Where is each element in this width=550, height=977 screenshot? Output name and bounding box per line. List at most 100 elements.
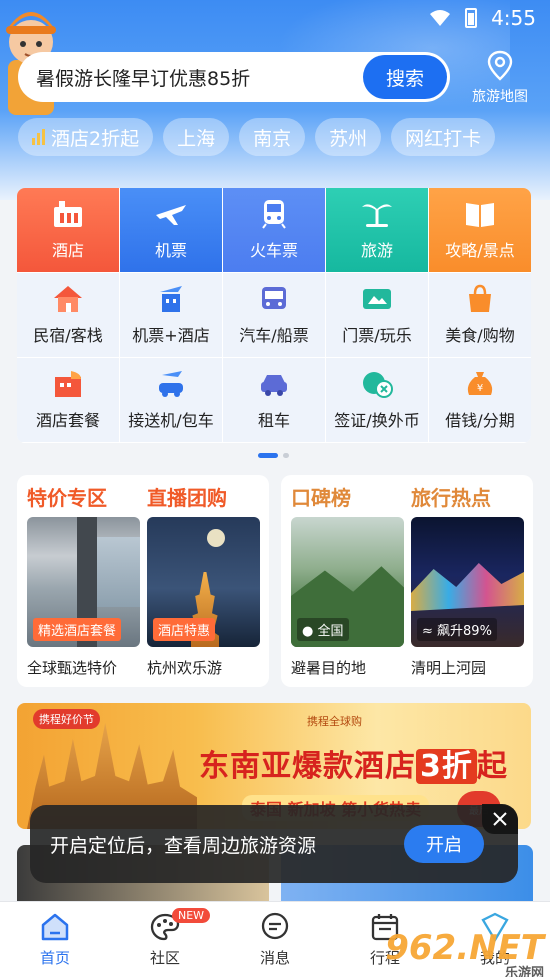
- feature-card-deals: 特价专区 直播团购 精选酒店套餐 全球甄选特价 酒店特惠 杭州欢乐游: [17, 475, 269, 687]
- close-prompt-button[interactable]: [482, 804, 518, 834]
- car-icon: [261, 375, 287, 396]
- tab-messages[interactable]: 消息: [220, 902, 330, 977]
- service-flight[interactable]: 机票: [120, 188, 223, 273]
- headline-suffix: 起: [476, 749, 508, 784]
- tab-label: 首页: [39, 949, 70, 967]
- service-label: 酒店套餐: [35, 411, 100, 430]
- close-icon: [493, 812, 507, 826]
- tile-summer-destinations[interactable]: ● 全国 避暑目的地: [291, 517, 404, 678]
- wifi-icon: [430, 10, 451, 26]
- search-input[interactable]: 暑假游长隆早订优惠85折: [36, 64, 363, 91]
- location-small-icon: ●: [302, 624, 318, 639]
- service-label: 旅游: [360, 241, 393, 260]
- tile-tag: 酒店特惠: [153, 618, 216, 641]
- tab-community[interactable]: NEW 社区: [110, 902, 220, 977]
- book-icon: [466, 203, 494, 227]
- travel-map-button[interactable]: 旅游地图: [460, 50, 540, 106]
- tile-caption: 杭州欢乐游: [147, 659, 223, 677]
- service-hotel-package[interactable]: 酒店套餐: [17, 358, 120, 443]
- hotel-package-icon: [55, 371, 81, 397]
- service-visa-currency[interactable]: 签证/换外币: [326, 358, 429, 443]
- palm-tree-icon: [362, 204, 392, 227]
- service-loans[interactable]: ¥ 借钱/分期: [429, 358, 531, 443]
- battery-icon: [465, 8, 478, 28]
- tile-tag: ● 全国: [297, 618, 349, 641]
- hotel-room-image: 精选酒店套餐: [27, 517, 140, 647]
- service-label: 攻略/景点: [445, 241, 515, 260]
- service-label: 美食/购物: [445, 326, 515, 345]
- search-bar[interactable]: 暑假游长隆早订优惠85折 搜索: [18, 52, 450, 102]
- service-guide[interactable]: 攻略/景点: [429, 188, 531, 273]
- chip-shanghai[interactable]: 上海: [163, 118, 230, 156]
- chip-nanjing[interactable]: 南京: [239, 118, 306, 156]
- service-tickets[interactable]: 门票/玩乐: [326, 273, 429, 358]
- headline-highlight: 3折: [416, 749, 477, 784]
- service-flight-hotel[interactable]: 机票+酒店: [120, 273, 223, 358]
- service-grid: 酒店 机票 火车票 旅游 攻略/景点 民宿/客栈 机票+酒店 汽车/船票 门票/…: [17, 188, 531, 443]
- service-hotel[interactable]: 酒店: [17, 188, 120, 273]
- travel-map-label: 旅游地图: [472, 89, 528, 105]
- location-prompt: 开启定位后，查看周边旅游资源 开启: [30, 805, 518, 883]
- mountain-image: ● 全国: [291, 517, 404, 647]
- service-tour[interactable]: 旅游: [326, 188, 429, 273]
- tab-label: 社区: [149, 949, 180, 967]
- service-label: 机票+酒店: [132, 326, 210, 345]
- night-park-image: ≈ 飙升89%: [411, 517, 524, 647]
- train-icon: [262, 200, 286, 229]
- chip-suzhou[interactable]: 苏州: [315, 118, 382, 156]
- trending-bars-icon: [32, 129, 45, 145]
- banner-headline: 东南亚爆款酒店 3折起: [199, 741, 508, 785]
- page-dot: [283, 453, 289, 458]
- service-label: 民宿/客栈: [33, 326, 103, 345]
- house-icon: [54, 286, 82, 312]
- service-food-shopping[interactable]: 美食/购物: [429, 273, 531, 358]
- tile-caption: 避暑目的地: [291, 659, 367, 677]
- service-bus-ship[interactable]: 汽车/船票: [223, 273, 326, 358]
- search-button[interactable]: 搜索: [363, 55, 447, 99]
- service-label: 汽车/船票: [239, 326, 309, 345]
- feature-card-rankings: 口碑榜 旅行热点 ● 全国 避暑目的地 ≈ 飙升89% 清明上河园: [281, 475, 533, 687]
- service-label: 接送机/包车: [128, 411, 214, 430]
- service-train[interactable]: 火车票: [223, 188, 326, 273]
- site-watermark: 962.NET 乐游网: [385, 928, 544, 977]
- travel-hotspots-title[interactable]: 旅行热点: [411, 482, 531, 511]
- quick-chips: 酒店2折起 上海 南京 苏州 网红打卡: [18, 118, 496, 156]
- service-airport-transfer[interactable]: 接送机/包车: [120, 358, 223, 443]
- tab-home[interactable]: 首页: [0, 902, 110, 977]
- svg-text:¥: ¥: [477, 383, 483, 394]
- service-car-rental[interactable]: 租车: [223, 358, 326, 443]
- new-badge: NEW: [172, 908, 211, 923]
- tile-global-deals[interactable]: 精选酒店套餐 全球甄选特价: [27, 517, 140, 678]
- bus-icon: [262, 287, 286, 309]
- service-label: 签证/换外币: [334, 411, 420, 430]
- page-dot-active: [258, 453, 278, 458]
- feature-tiles: 精选酒店套餐 全球甄选特价 酒店特惠 杭州欢乐游: [17, 517, 269, 678]
- tile-hangzhou[interactable]: 酒店特惠 杭州欢乐游: [147, 517, 260, 678]
- location-prompt-message: 开启定位后，查看周边旅游资源: [50, 834, 317, 857]
- service-label: 酒店: [51, 241, 84, 260]
- chip-label: 酒店2折起: [51, 127, 140, 150]
- service-homestay[interactable]: 民宿/客栈: [17, 273, 120, 358]
- service-label: 借钱/分期: [445, 411, 515, 430]
- tile-tag: 精选酒店套餐: [33, 618, 122, 641]
- service-row-2: 民宿/客栈 机票+酒店 汽车/船票 门票/玩乐 美食/购物: [17, 273, 531, 358]
- chip-hotel-discount[interactable]: 酒店2折起: [18, 118, 154, 156]
- status-time: 4:55: [491, 6, 536, 30]
- feature-tiles: ● 全国 避暑目的地 ≈ 飙升89% 清明上河园: [281, 517, 533, 678]
- status-bar: 4:55: [350, 0, 550, 36]
- service-label: 机票: [154, 241, 187, 260]
- feature-titles: 口碑榜 旅行热点: [281, 475, 533, 517]
- enable-location-button[interactable]: 开启: [404, 825, 484, 863]
- tile-qingming-park[interactable]: ≈ 飙升89% 清明上河园: [411, 517, 524, 678]
- special-offers-title[interactable]: 特价专区: [27, 482, 147, 511]
- chip-wanghong[interactable]: 网红打卡: [391, 118, 496, 156]
- plane-hotel-icon: [160, 286, 182, 312]
- live-group-buy-title[interactable]: 直播团购: [147, 482, 267, 511]
- tile-caption: 全球甄选特价: [27, 659, 118, 677]
- service-label: 租车: [257, 411, 290, 430]
- ticket-icon: [363, 289, 391, 309]
- service-label: 火车票: [249, 241, 298, 260]
- reputation-ranking-title[interactable]: 口碑榜: [291, 482, 411, 511]
- service-label: 门票/玩乐: [342, 326, 412, 345]
- tile-tag-text: 飙升89%: [437, 624, 492, 639]
